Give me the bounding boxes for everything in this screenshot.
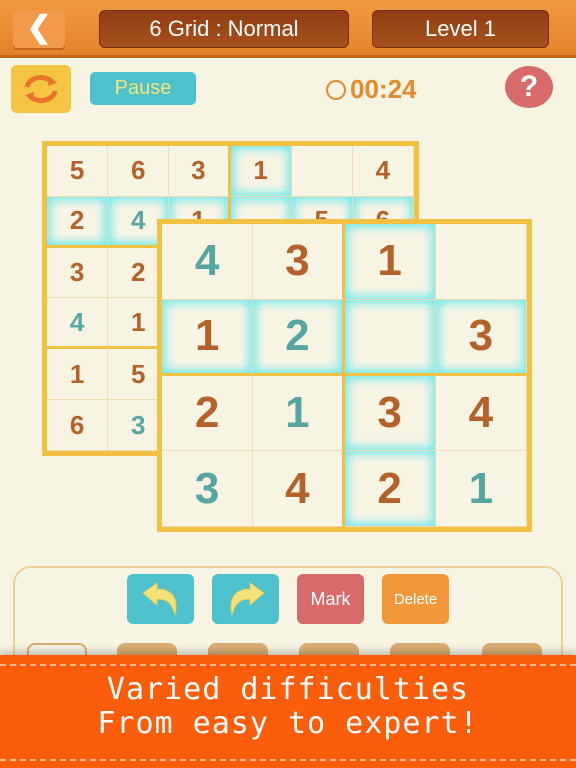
- board-cell[interactable]: 2: [253, 299, 345, 376]
- board-cell[interactable]: 3: [169, 146, 231, 197]
- timer: 00:24: [326, 74, 417, 105]
- back-button[interactable]: ❮: [13, 10, 65, 48]
- board-cell[interactable]: 5: [47, 146, 109, 197]
- refresh-icon: [24, 75, 58, 103]
- board-cell[interactable]: 1: [47, 349, 109, 401]
- board-cell[interactable]: 4: [47, 298, 109, 350]
- board-cell[interactable]: [344, 299, 436, 376]
- front-board-4x4: 43112321343421: [157, 219, 532, 532]
- restart-button[interactable]: [11, 65, 71, 113]
- chevron-left-icon: ❮: [26, 11, 52, 44]
- board-cell[interactable]: 3: [344, 375, 436, 452]
- board-cell[interactable]: 3: [162, 451, 254, 527]
- board-cell[interactable]: 1: [162, 299, 254, 376]
- board-cell[interactable]: 6: [47, 400, 109, 451]
- board-cell[interactable]: 4: [435, 375, 527, 452]
- delete-button[interactable]: Delete: [382, 574, 449, 624]
- timer-value: 00:24: [350, 74, 417, 104]
- board-cell[interactable]: 3: [253, 224, 345, 300]
- board-cell[interactable]: 4: [162, 224, 254, 300]
- stitch-line: [0, 759, 576, 761]
- stitch-line: [0, 664, 576, 666]
- board-cell[interactable]: [435, 224, 527, 300]
- board-cell[interactable]: 4: [253, 451, 345, 527]
- pause-button[interactable]: Pause: [90, 72, 196, 105]
- board-cell[interactable]: 1: [344, 224, 436, 300]
- redo-button[interactable]: [212, 574, 279, 624]
- promo-banner: Varied difficulties From easy to expert!: [0, 655, 576, 768]
- mode-label: 6 Grid : Normal: [99, 10, 349, 48]
- board-cell[interactable]: 3: [435, 299, 527, 376]
- mark-button[interactable]: Mark: [297, 574, 364, 624]
- board-cell[interactable]: 2: [47, 196, 109, 248]
- banner-line-1: Varied difficulties: [106, 672, 470, 707]
- redo-arrow-icon: [230, 582, 265, 616]
- board-cell[interactable]: 3: [47, 247, 109, 299]
- undo-button[interactable]: [127, 574, 194, 624]
- board-cell[interactable]: [291, 146, 353, 197]
- help-button[interactable]: ?: [505, 66, 553, 108]
- board-cell[interactable]: 6: [108, 146, 170, 197]
- board-cell[interactable]: 2: [162, 375, 254, 452]
- banner-line-2: From easy to expert!: [97, 706, 479, 741]
- board-cell[interactable]: 1: [230, 146, 292, 197]
- board-cell[interactable]: 4: [352, 146, 414, 197]
- level-label: Level 1: [372, 10, 549, 48]
- board-cell[interactable]: 1: [253, 375, 345, 452]
- board-cell[interactable]: 1: [435, 451, 527, 527]
- clock-icon: [326, 79, 346, 100]
- board-cell[interactable]: 2: [344, 451, 436, 527]
- top-bar: ❮ 6 Grid : Normal Level 1: [0, 0, 576, 58]
- undo-arrow-icon: [141, 582, 176, 616]
